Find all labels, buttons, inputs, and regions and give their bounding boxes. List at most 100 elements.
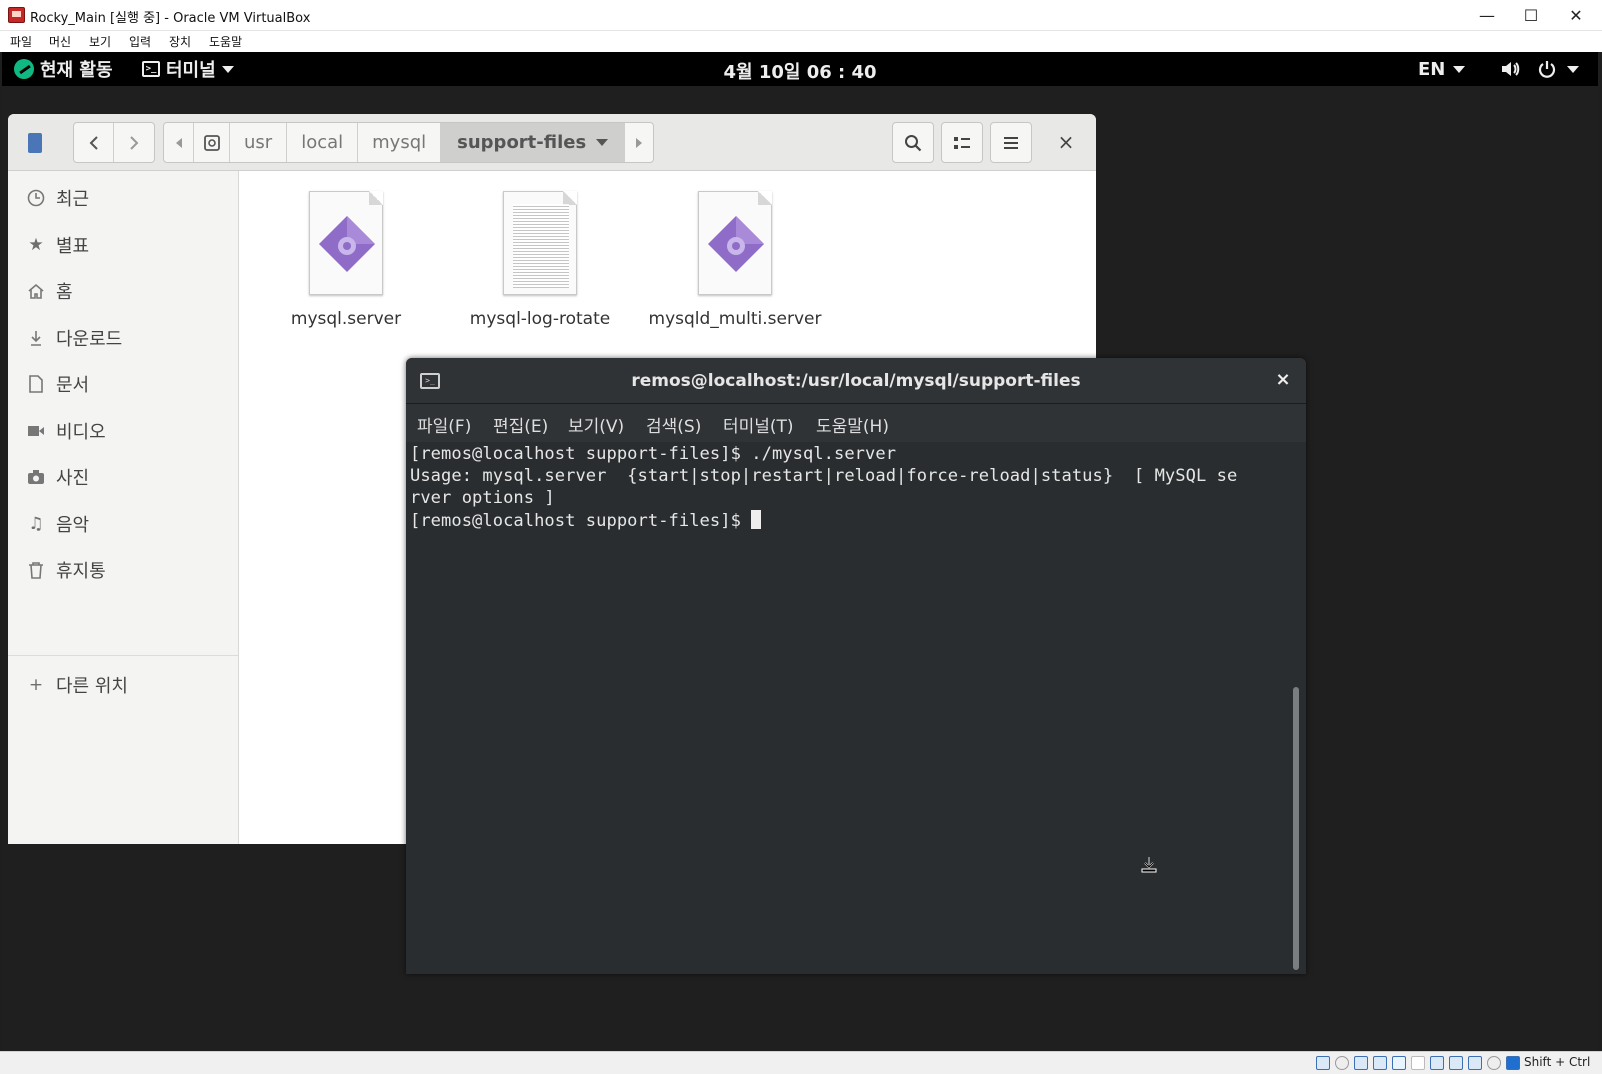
plus-icon: + — [28, 675, 44, 695]
menu-button[interactable] — [990, 122, 1032, 163]
sidebar-item-home[interactable]: 홈 — [8, 271, 239, 311]
music-icon: ♫ — [28, 514, 44, 534]
chevron-down-icon — [1453, 65, 1466, 73]
sidebar-item-videos[interactable]: 비디오 — [8, 411, 239, 451]
file-name: mysqld_multi.server — [648, 309, 822, 329]
file-item[interactable]: mysqld_multi.server — [640, 191, 830, 329]
text-file-icon — [503, 191, 577, 295]
star-icon: ★ — [28, 235, 44, 255]
drive-icon[interactable] — [28, 133, 42, 153]
terminal-menu-help[interactable]: 도움말(H) — [816, 412, 889, 437]
audio-status-icon[interactable] — [1354, 1056, 1368, 1070]
host-key-label: Shift + Ctrl — [1524, 1055, 1591, 1069]
terminal-menu-terminal[interactable]: 터미널(T) — [723, 412, 794, 437]
terminal-menu-view[interactable]: 보기(V) — [568, 412, 624, 437]
terminal-menu-edit[interactable]: 편집(E) — [493, 412, 548, 437]
breadcrumb-local[interactable]: local — [287, 123, 359, 162]
breadcrumb-current[interactable]: support-files — [441, 123, 626, 162]
app-menu-button[interactable]: >_ 터미널 — [142, 56, 234, 82]
sidebar-item-label: 사진 — [56, 468, 90, 489]
activities-label: 현재 활동 — [40, 60, 113, 81]
terminal-output[interactable]: [remos@localhost support-files]$ ./mysql… — [406, 442, 1306, 974]
vbox-menu-file[interactable]: 파일 — [10, 33, 32, 50]
terminal-headerbar: >_ remos@localhost:/usr/local/mysql/supp… — [406, 358, 1306, 404]
terminal-menu-search[interactable]: 검색(S) — [646, 412, 701, 437]
activities-button[interactable]: 현재 활동 — [14, 56, 113, 82]
breadcrumb-mysql[interactable]: mysql — [358, 123, 442, 162]
volume-icon[interactable] — [1500, 58, 1522, 80]
breadcrumb-scroll-right[interactable] — [625, 123, 653, 162]
vbox-menu-view[interactable]: 보기 — [89, 33, 111, 50]
minimize-button[interactable]: — — [1465, 2, 1509, 29]
vbox-titlebar: Rocky_Main [실행 중] - Oracle VM VirtualBox… — [0, 0, 1602, 31]
breadcrumb: usr local mysql support-files — [163, 122, 655, 163]
sidebar-item-label: 다운로드 — [56, 329, 123, 350]
download-icon — [26, 328, 46, 348]
terminal-window: >_ remos@localhost:/usr/local/mysql/supp… — [406, 358, 1306, 974]
breadcrumb-usr[interactable]: usr — [230, 123, 288, 162]
terminal-scrollbar[interactable] — [1293, 687, 1299, 970]
breadcrumb-scroll-left[interactable] — [164, 123, 194, 162]
history-buttons — [73, 122, 155, 163]
sidebar-item-recent[interactable]: 최근 — [8, 178, 239, 218]
sidebar-item-label: 최근 — [56, 189, 90, 210]
sidebar-item-music[interactable]: ♫ 음악 — [8, 504, 239, 544]
files-close-button[interactable]: × — [1054, 130, 1078, 154]
terminal-close-button[interactable]: × — [1272, 369, 1294, 391]
app-menu-label: 터미널 — [166, 60, 216, 81]
close-button[interactable]: ✕ — [1554, 2, 1598, 29]
vbox-menu-devices[interactable]: 장치 — [169, 33, 191, 50]
clock[interactable]: 4월 10일 06 : 40 — [723, 62, 876, 83]
sidebar-item-pictures[interactable]: 사진 — [8, 457, 239, 497]
terminal-prompt: [remos@localhost support-files]$ — [410, 511, 752, 531]
terminal-menu-file[interactable]: 파일(F) — [417, 412, 471, 437]
back-button[interactable] — [74, 123, 114, 162]
forward-button[interactable] — [114, 123, 154, 162]
sidebar-item-label: 비디오 — [56, 422, 106, 443]
sidebar-item-label: 문서 — [56, 375, 90, 396]
sidebar-item-other-locations[interactable]: + 다른 위치 — [8, 665, 239, 705]
trash-icon — [26, 560, 46, 580]
network-status-icon[interactable] — [1373, 1056, 1387, 1070]
file-name: mysql-log-rotate — [469, 309, 611, 329]
sidebar-separator — [8, 655, 239, 656]
sidebar-item-downloads[interactable]: 다운로드 — [8, 318, 239, 358]
chevron-right-icon — [130, 135, 139, 150]
gnome-topbar: 현재 활동 >_ 터미널 4월 10일 06 : 40 EN — [2, 52, 1598, 86]
file-item[interactable]: mysql.server — [251, 191, 441, 329]
optical-drive-status-icon[interactable] — [1335, 1056, 1349, 1070]
recording-status-icon[interactable] — [1449, 1056, 1463, 1070]
sidebar-item-starred[interactable]: ★ 별표 — [8, 225, 239, 265]
breadcrumb-root[interactable] — [194, 123, 230, 162]
hard-disk-status-icon[interactable] — [1316, 1056, 1330, 1070]
display-status-icon[interactable] — [1430, 1056, 1444, 1070]
sidebar-item-label: 별표 — [56, 236, 90, 257]
chevron-down-icon — [1567, 65, 1579, 73]
sidebar-item-trash[interactable]: 휴지통 — [8, 550, 239, 590]
guest-screen: 현재 활동 >_ 터미널 4월 10일 06 : 40 EN usr local… — [2, 52, 1598, 1051]
file-item[interactable]: mysql-log-rotate — [445, 191, 635, 329]
vbox-menu-input[interactable]: 입력 — [129, 33, 151, 50]
hard-disk-icon — [203, 134, 220, 151]
power-icon — [1538, 61, 1556, 78]
maximize-button[interactable]: ☐ — [1509, 2, 1553, 29]
view-toggle-button[interactable] — [941, 122, 983, 163]
terminal-title: remos@localhost:/usr/local/mysql/support… — [631, 371, 1081, 391]
shared-folders-status-icon[interactable] — [1411, 1056, 1425, 1070]
language-indicator[interactable]: EN — [1418, 56, 1466, 82]
document-icon — [26, 374, 46, 394]
mouse-integration-status-icon[interactable] — [1487, 1056, 1501, 1070]
terminal-line: rver options ] — [410, 488, 555, 508]
script-file-icon — [309, 191, 383, 295]
search-button[interactable] — [892, 122, 934, 163]
vt-x-status-icon[interactable] — [1468, 1056, 1482, 1070]
keyboard-capture-status-icon[interactable] — [1506, 1056, 1520, 1070]
sidebar-item-documents[interactable]: 문서 — [8, 364, 239, 404]
current-folder-label: support-files — [457, 132, 587, 153]
sidebar-item-label: 홈 — [56, 282, 73, 303]
vbox-menu-machine[interactable]: 머신 — [49, 33, 71, 50]
mouse-pointer-icon — [1141, 857, 1157, 873]
vbox-menu-help[interactable]: 도움말 — [209, 33, 242, 50]
system-menu[interactable] — [1537, 57, 1579, 81]
usb-status-icon[interactable] — [1392, 1056, 1406, 1070]
